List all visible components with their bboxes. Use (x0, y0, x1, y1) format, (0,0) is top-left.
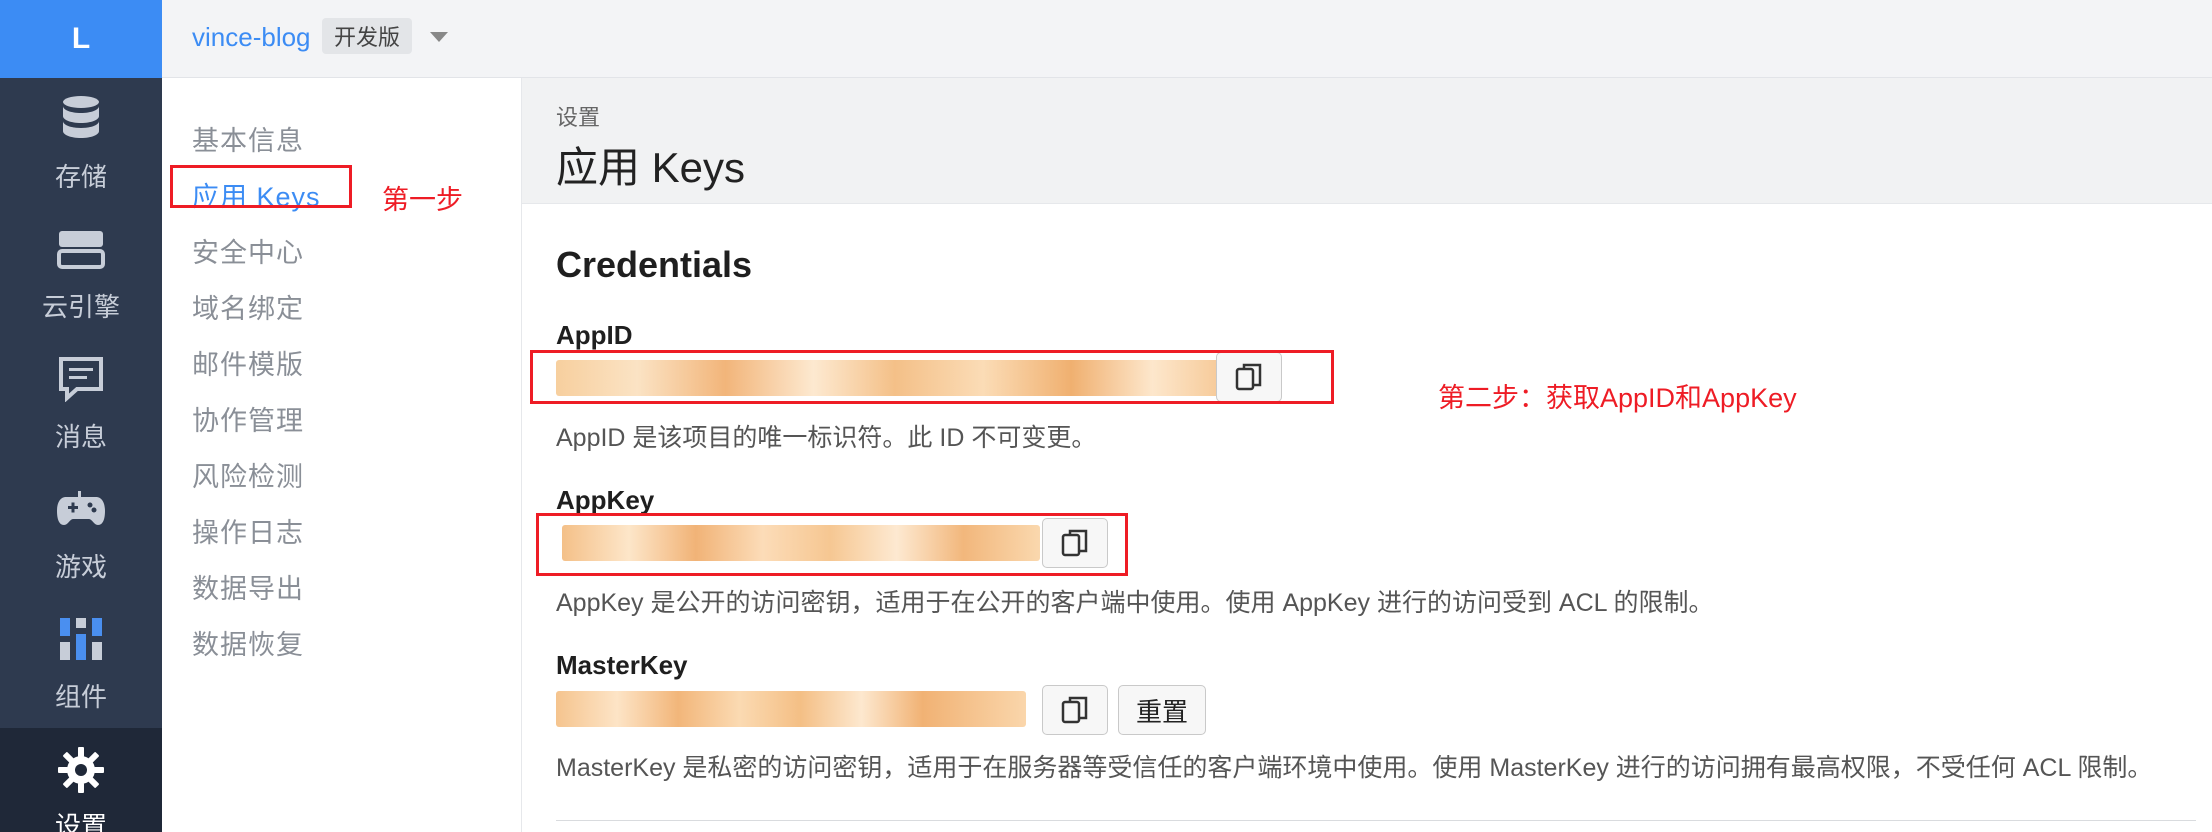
submenu-item-email-template[interactable]: 邮件模版 (192, 343, 304, 382)
rail-item-label: 组件 (54, 681, 107, 712)
appkey-label: AppKey (556, 485, 655, 515)
masterkey-reset-button[interactable]: 重置 (1118, 685, 1206, 735)
gear-icon (55, 746, 107, 794)
appid-description: AppID 是该项目的唯一标识符。此 ID 不可变更。 (556, 424, 1097, 452)
message-icon (55, 353, 107, 405)
rail-item-settings[interactable]: 设置 (0, 728, 162, 832)
masterkey-label: MasterKey (556, 650, 688, 680)
annotation-box-appid (530, 350, 1334, 404)
breadcrumb: 设置 (556, 105, 601, 130)
app-logo[interactable]: L (0, 0, 162, 78)
rail-item-storage[interactable]: 存储 (0, 78, 162, 208)
submenu-item-domain[interactable]: 域名绑定 (192, 287, 304, 326)
rail-item-message[interactable]: 消息 (0, 338, 162, 468)
page-title: 应用 Keys (556, 144, 746, 191)
masterkey-description: MasterKey 是私密的访问密钥，适用于在服务器等受信任的客户端环境中使用。… (556, 754, 2153, 782)
rail-item-components[interactable]: 组件 (0, 598, 162, 728)
rail-item-label: 存储 (54, 161, 107, 192)
appkey-description: AppKey 是公开的访问密钥，适用于在公开的客户端中使用。使用 AppKey … (556, 589, 1714, 617)
gamepad-icon (55, 483, 107, 535)
appid-label: AppID (556, 320, 633, 350)
submenu-item-collaboration[interactable]: 协作管理 (192, 399, 304, 438)
rail-item-cloud-engine[interactable]: 云引擎 (0, 208, 162, 338)
rail-item-label: 云引擎 (41, 291, 120, 322)
section-divider (556, 820, 2196, 821)
env-badge: 开发版 (322, 18, 413, 54)
page-header: 设置 应用 Keys (522, 78, 2212, 204)
rail-item-label: 消息 (54, 421, 107, 452)
main-content: 设置 应用 Keys Credentials AppID AppID 是该项目的… (522, 78, 2212, 832)
server-icon (55, 223, 107, 275)
submenu-item-data-export[interactable]: 数据导出 (192, 567, 304, 606)
submenu-item-risk-detection[interactable]: 风险检测 (192, 455, 304, 494)
database-icon (55, 93, 107, 145)
submenu-item-security[interactable]: 安全中心 (192, 231, 304, 270)
copy-icon (1061, 696, 1088, 724)
app-rail: L 存储 云引擎 消息 游戏 组件 设置 (0, 0, 162, 832)
annotation-step1: 第一步 (382, 185, 463, 215)
masterkey-copy-button[interactable] (1042, 685, 1108, 735)
top-bar: vince-blog 开发版 (162, 0, 2212, 78)
annotation-step2: 第二步：获取AppID和AppKey (1438, 383, 1797, 413)
masterkey-value-masked (556, 691, 1026, 727)
rail-item-game[interactable]: 游戏 (0, 468, 162, 598)
rail-item-label: 设置 (54, 811, 107, 832)
rail-item-label: 游戏 (54, 551, 107, 582)
submenu-item-operation-log[interactable]: 操作日志 (192, 511, 304, 550)
app-name-link[interactable]: vince-blog (192, 22, 311, 53)
annotation-box-step1 (170, 165, 352, 208)
components-icon (55, 613, 107, 665)
section-title: Credentials (556, 244, 753, 285)
submenu-item-basic-info[interactable]: 基本信息 (192, 119, 304, 158)
chevron-down-icon[interactable] (430, 32, 448, 42)
submenu-item-data-restore[interactable]: 数据恢复 (192, 623, 304, 662)
annotation-box-appkey (536, 513, 1128, 576)
